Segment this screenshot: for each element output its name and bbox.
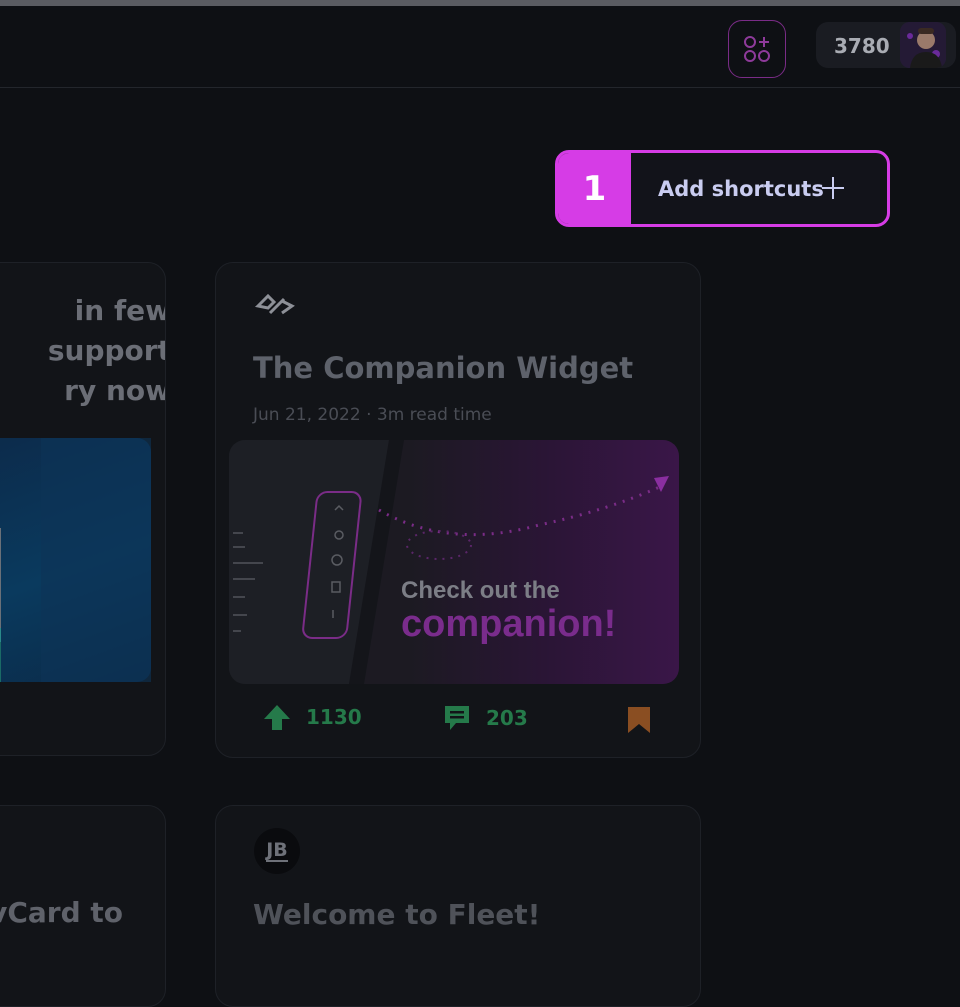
source-initials: JB: [266, 839, 288, 862]
post-thumbnail: [0, 438, 151, 682]
user-avatar[interactable]: [900, 22, 946, 68]
thumb-text-1: Check out the: [401, 577, 560, 604]
shortcuts-grid-icon: [744, 36, 770, 62]
thumb-text-2: companion!: [401, 603, 616, 645]
post-actions: 1130 203: [216, 703, 700, 743]
reputation-points: 3780: [834, 34, 890, 58]
upvote-count: 1130: [306, 705, 362, 729]
post-meta: Jun 21, 2022 · 3m read time: [253, 405, 492, 425]
upvote-arrow-icon: [264, 705, 290, 730]
source-avatar: JB: [254, 828, 300, 874]
comment-icon: [445, 706, 469, 730]
bookmark-icon[interactable]: [626, 705, 652, 735]
post-card[interactable]: JB Welcome to Fleet!: [215, 805, 701, 1007]
add-shortcuts-label: Add shortcuts: [658, 177, 824, 201]
post-title: vCard to: [0, 896, 123, 929]
avatar-image: [900, 22, 946, 68]
post-title: The Companion Widget: [253, 351, 634, 385]
add-shortcuts-button[interactable]: 1 Add shortcuts: [555, 150, 890, 227]
comments-button[interactable]: 203: [442, 703, 528, 733]
shortcuts-button[interactable]: [728, 20, 786, 78]
plus-icon: [822, 177, 844, 199]
comment-count: 203: [486, 706, 528, 730]
post-card[interactable]: in few support ry now: [0, 262, 166, 756]
post-thumbnail: Check out the companion!: [229, 440, 679, 684]
post-title: Welcome to Fleet!: [253, 898, 541, 931]
upvote-button[interactable]: 1130: [262, 703, 362, 731]
post-card[interactable]: vCard to: [0, 805, 166, 1007]
post-card[interactable]: The Companion Widget Jun 21, 2022 · 3m r…: [215, 262, 701, 758]
top-bar: 3780: [0, 6, 960, 88]
source-logo-icon: [254, 293, 295, 315]
post-title: in few support ry now: [47, 294, 166, 407]
step-number-badge: 1: [558, 153, 631, 224]
